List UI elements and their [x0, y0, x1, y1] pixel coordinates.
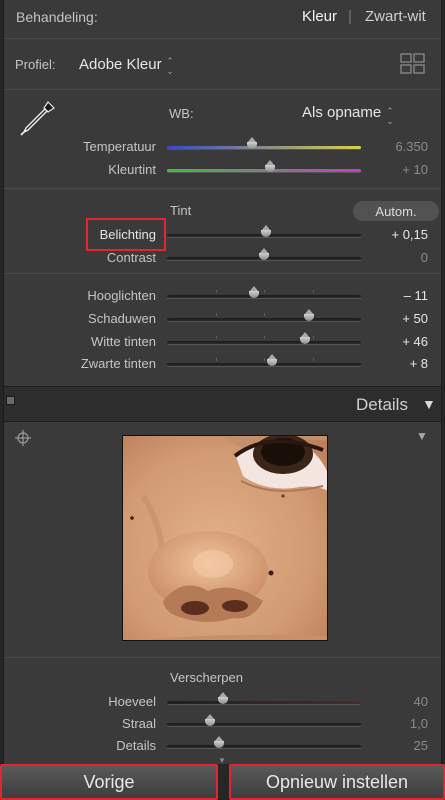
profile-label: Profiel:: [15, 57, 56, 72]
slider-value[interactable]: 0: [368, 250, 428, 265]
slider-label: Details: [116, 738, 156, 753]
slider-value[interactable]: 6.350: [368, 139, 428, 154]
tone-title: Tint: [170, 203, 192, 218]
slider-thumb[interactable]: [203, 714, 217, 728]
divider: [4, 273, 441, 274]
radius-slider-track[interactable]: [167, 714, 361, 726]
wb-select[interactable]: Als opname: [302, 104, 381, 121]
amount-slider-track[interactable]: [167, 692, 361, 704]
contrast-slider-track[interactable]: [167, 248, 361, 260]
divider: [4, 188, 441, 189]
target-crosshair-icon[interactable]: [14, 429, 32, 447]
slider-label: Hooglichten: [87, 288, 156, 303]
slider-label: Contrast: [106, 250, 156, 265]
slider-label: Schaduwen: [88, 311, 156, 326]
slider-value[interactable]: 40: [368, 694, 428, 709]
develop-panel: Behandeling: Kleur | Zwart-wit Profiel: …: [3, 0, 442, 764]
slider-thumb[interactable]: [302, 309, 316, 323]
details-panel-header[interactable]: Details ▼: [4, 386, 441, 422]
sharpen-title: Verscherpen: [170, 670, 243, 685]
slider-thumb[interactable]: [265, 354, 279, 368]
exposure-slider-track[interactable]: [167, 225, 361, 237]
slider-label: Straal: [122, 716, 156, 731]
slider-thumb[interactable]: [259, 225, 273, 239]
slider-label: Zwarte tinten: [80, 356, 156, 371]
panel-toggle-switch[interactable]: [6, 396, 15, 405]
highlights-slider-track[interactable]: [167, 286, 361, 298]
highlight-box: [86, 218, 166, 251]
slider-thumb[interactable]: [247, 286, 261, 300]
slider-value[interactable]: 1,0: [368, 716, 428, 731]
temperature-slider-track[interactable]: [167, 137, 361, 149]
preview-collapse-triangle-icon[interactable]: ▼: [416, 429, 428, 443]
slider-thumb[interactable]: [257, 248, 271, 262]
slider-value[interactable]: + 10: [368, 162, 428, 177]
wb-label: WB:: [169, 106, 194, 121]
slider-thumb[interactable]: [212, 736, 226, 750]
slider-thumb[interactable]: [245, 137, 259, 151]
blacks-slider-track[interactable]: [167, 354, 361, 366]
slider-label: Hoeveel: [108, 694, 156, 709]
color-option[interactable]: Kleur: [302, 8, 337, 25]
slider-value[interactable]: + 46: [368, 334, 428, 349]
slider-value[interactable]: – 11: [368, 288, 428, 303]
scroll-indicator-icon: ▼: [218, 756, 226, 765]
slider-value[interactable]: + 50: [368, 311, 428, 326]
slider-thumb[interactable]: [263, 160, 277, 174]
slider-label: Kleurtint: [108, 162, 156, 177]
slider-thumb[interactable]: [298, 332, 312, 346]
slider-label: Temperatuur: [83, 139, 156, 154]
profile-chevron-icon[interactable]: ⌃⌄: [166, 57, 176, 77]
previous-button[interactable]: Vorige: [0, 764, 218, 800]
slider-value[interactable]: 25: [368, 738, 428, 753]
treatment-divider: |: [348, 8, 352, 25]
whites-slider-track[interactable]: [167, 332, 361, 344]
collapse-triangle-icon[interactable]: ▼: [422, 396, 436, 412]
slider-value[interactable]: + 0,15: [368, 227, 428, 242]
slider-label: Witte tinten: [90, 334, 156, 349]
detail-slider-track[interactable]: [167, 736, 361, 748]
auto-button[interactable]: Autom.: [353, 201, 439, 221]
divider: [4, 89, 441, 90]
wb-chevron-icon[interactable]: ⌃⌄: [386, 107, 396, 127]
divider: [4, 38, 441, 39]
divider: [4, 657, 441, 658]
reset-button[interactable]: Opnieuw instellen: [229, 764, 445, 800]
bw-option[interactable]: Zwart-wit: [365, 8, 426, 25]
shadows-slider-track[interactable]: [167, 309, 361, 321]
profile-select[interactable]: Adobe Kleur: [79, 56, 162, 73]
details-title: Details: [356, 395, 408, 414]
profile-browser-grid-icon[interactable]: [400, 53, 426, 75]
eyedropper-icon[interactable]: [14, 96, 60, 138]
slider-thumb[interactable]: [216, 692, 230, 706]
detail-preview-image[interactable]: [122, 435, 328, 641]
slider-value[interactable]: + 8: [368, 356, 428, 371]
treatment-label: Behandeling:: [16, 9, 98, 25]
tint-slider-track[interactable]: [167, 160, 361, 172]
